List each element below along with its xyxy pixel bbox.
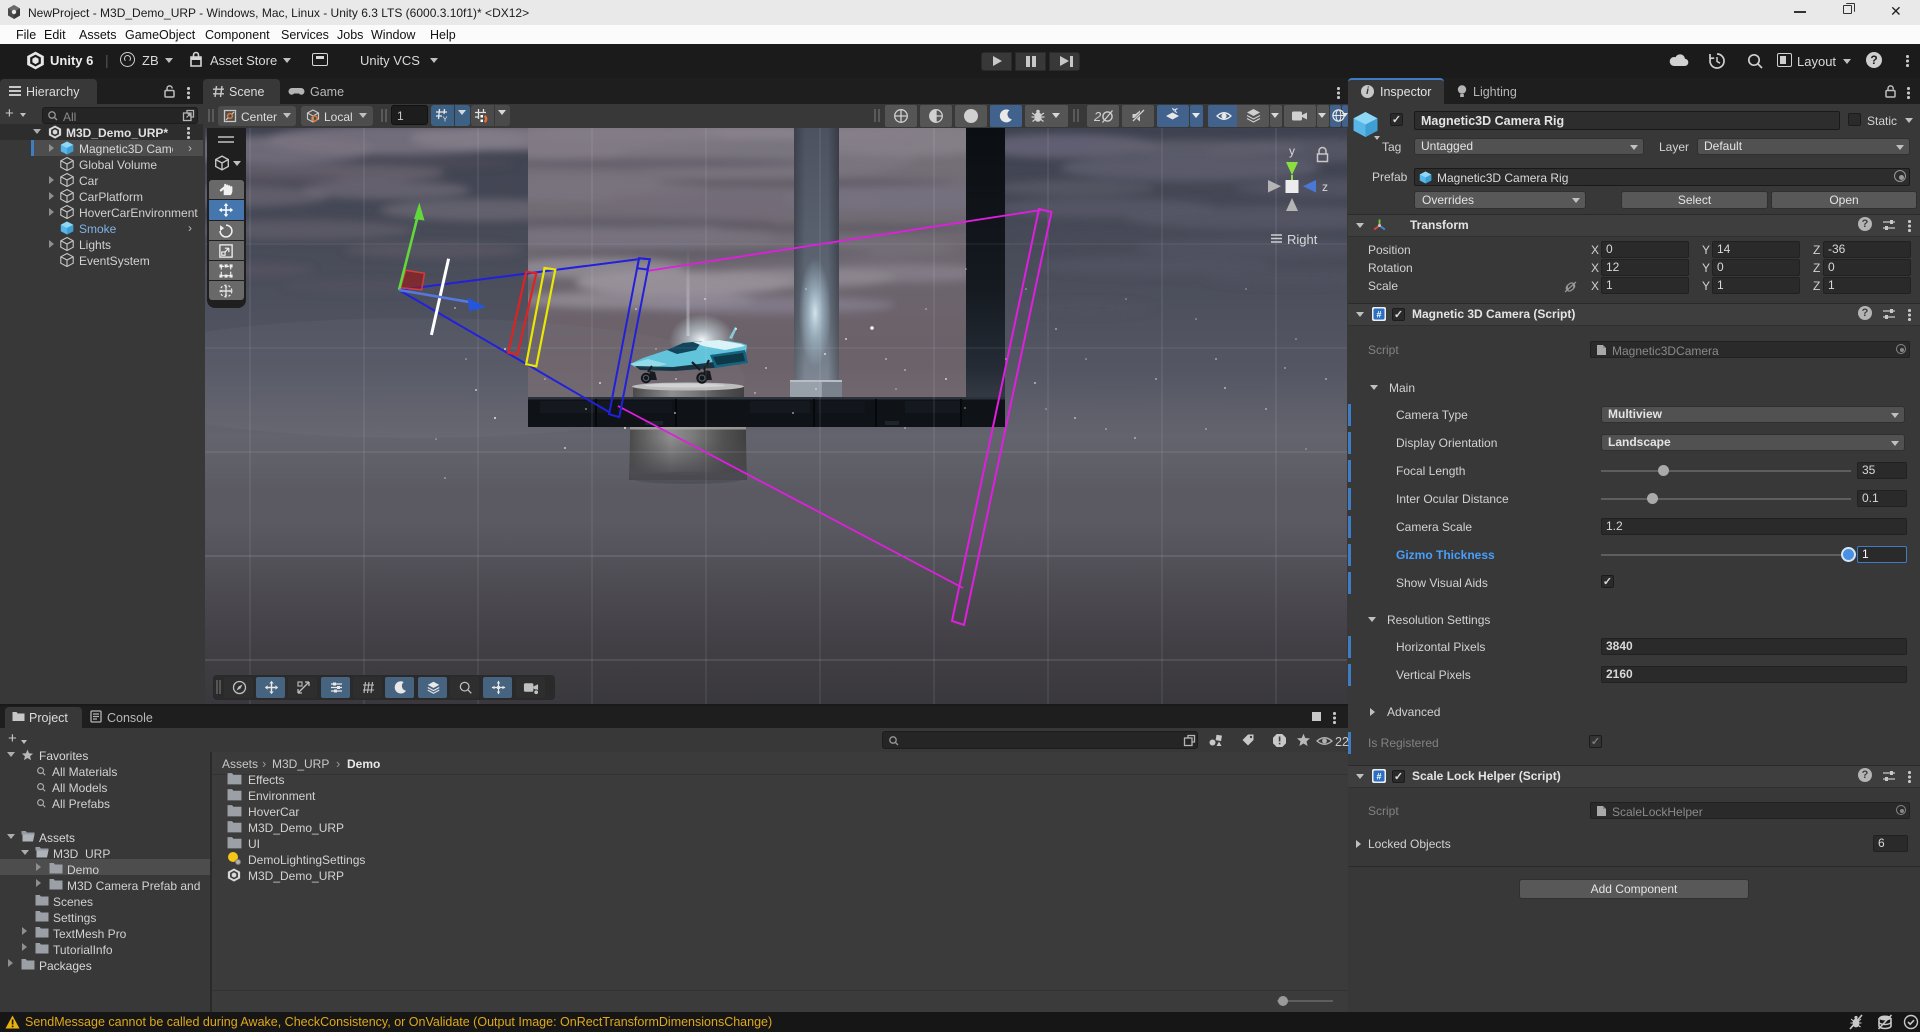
svg-text:2: 2 [1093, 109, 1102, 124]
svg-text:Right: Right [1287, 232, 1318, 247]
svg-text:z: z [1322, 180, 1328, 194]
svg-text:#: # [1376, 772, 1381, 782]
svg-text:y: y [1289, 144, 1295, 158]
svg-text:#: # [1376, 310, 1381, 320]
svg-text:Y: Y [443, 115, 448, 124]
